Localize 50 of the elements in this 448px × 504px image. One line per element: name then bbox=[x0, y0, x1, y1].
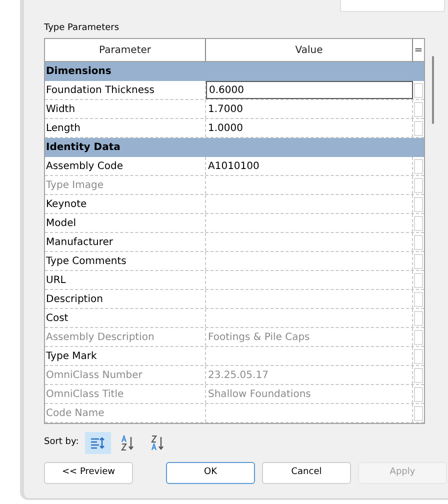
section-title: Type Parameters bbox=[44, 22, 120, 35]
cell-button[interactable] bbox=[414, 178, 423, 192]
parameter-name: Width bbox=[45, 100, 206, 118]
dialog-button[interactable]: OK bbox=[166, 462, 255, 484]
parameter-name: Model bbox=[45, 214, 206, 232]
sort-label: Sort by: bbox=[44, 436, 79, 450]
cell-button[interactable] bbox=[414, 254, 423, 268]
cell-button[interactable] bbox=[414, 272, 423, 288]
group-sort-icon bbox=[90, 436, 106, 450]
group-sort-button[interactable] bbox=[84, 432, 111, 454]
parameter-name: Foundation Thickness bbox=[45, 81, 206, 99]
parameter-name: Type Mark bbox=[45, 347, 206, 365]
sort-descending-icon bbox=[150, 435, 166, 451]
group-header[interactable]: Dimensions bbox=[45, 62, 424, 81]
parameter-name: Keynote bbox=[45, 195, 206, 213]
parameter-name: Type Image bbox=[45, 176, 206, 194]
parameter-name: Description bbox=[45, 290, 206, 308]
cell-button[interactable] bbox=[414, 102, 423, 116]
parameter-name: Cost bbox=[45, 309, 206, 327]
cell-button[interactable] bbox=[414, 386, 423, 402]
dialog-button[interactable]: Cancel bbox=[262, 462, 351, 484]
value-input[interactable]: 0.6000 bbox=[206, 81, 413, 99]
cell-button[interactable] bbox=[414, 348, 423, 364]
parameter-name: OmniClass Title bbox=[45, 385, 206, 403]
value-cell[interactable]: 1.7000 bbox=[206, 100, 413, 118]
scrollbar-thumb[interactable] bbox=[432, 56, 434, 124]
cell-button[interactable] bbox=[414, 82, 423, 98]
value-cell[interactable]: 1.0000 bbox=[206, 119, 413, 137]
cell-button[interactable] bbox=[414, 330, 423, 344]
cell-button[interactable] bbox=[414, 310, 423, 326]
cell-button[interactable] bbox=[414, 406, 423, 420]
dialog-button[interactable]: << Preview bbox=[44, 462, 133, 484]
cell-button[interactable] bbox=[414, 368, 423, 382]
parameter-name: Length bbox=[45, 119, 206, 137]
cell-button[interactable] bbox=[414, 234, 423, 250]
parameter-name: Code Name bbox=[45, 404, 206, 422]
cell-button[interactable] bbox=[414, 120, 423, 136]
parameter-name: Manufacturer bbox=[45, 233, 206, 251]
cell-button[interactable] bbox=[414, 216, 423, 230]
group-header[interactable]: Identity Data bbox=[45, 138, 424, 157]
parameter-name: Assembly Code bbox=[45, 157, 206, 175]
parameter-name: URL bbox=[45, 271, 206, 289]
parameter-name: Assembly Description bbox=[45, 328, 206, 346]
cell-button[interactable] bbox=[414, 196, 423, 212]
cell-button[interactable] bbox=[414, 158, 423, 174]
sort-ascending-icon bbox=[120, 435, 136, 451]
parameter-name: Type Comments bbox=[45, 252, 206, 270]
value-cell[interactable]: A1010100 bbox=[206, 157, 413, 175]
cell-button[interactable] bbox=[414, 292, 423, 306]
parameter-name: OmniClass Number bbox=[45, 366, 206, 384]
